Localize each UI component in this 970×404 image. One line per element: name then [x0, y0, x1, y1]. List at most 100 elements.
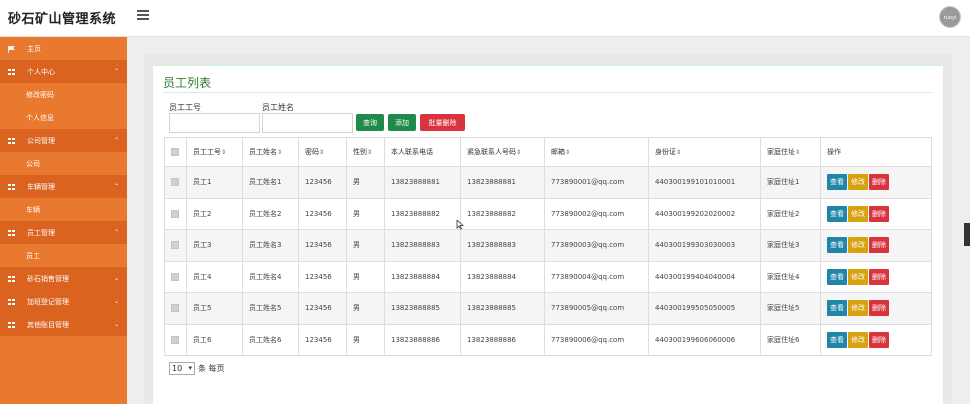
sidebar-item-label: 其他账目管理: [27, 320, 69, 329]
view-button[interactable]: 查看: [827, 237, 847, 254]
sidebar-item-12[interactable]: 其他账目管理 ⌄: [0, 313, 127, 336]
row-checkbox[interactable]: [171, 241, 179, 250]
sidebar-item-4[interactable]: 公司管理 ⌃: [0, 129, 127, 152]
table-cell: 家庭住址6: [760, 323, 821, 356]
table-cell: 440300199606060006: [648, 323, 761, 356]
sort-icon[interactable]: ⇕: [676, 149, 681, 156]
view-button[interactable]: 查看: [827, 331, 847, 348]
emp-name-input[interactable]: [262, 113, 353, 133]
row-select-cell: [164, 197, 187, 230]
sort-icon[interactable]: ⇕: [367, 149, 372, 156]
column-header[interactable]: 家庭住址⇕: [760, 137, 821, 167]
delete-button[interactable]: 删除: [869, 331, 889, 348]
table-cell: 员工2: [186, 197, 243, 230]
chevron-icon: ⌃: [113, 229, 119, 236]
sidebar-item-7[interactable]: 车辆: [0, 198, 127, 221]
page-size-suffix: 条 每页: [198, 364, 225, 373]
table-cell: 员工1: [186, 166, 243, 199]
sidebar-item-9[interactable]: 员工: [0, 244, 127, 267]
column-header-label: 员工姓名: [249, 148, 277, 156]
column-header[interactable]: 邮箱⇕: [544, 137, 649, 167]
edit-button[interactable]: 修改: [848, 300, 868, 317]
sidebar-item-6[interactable]: 车辆管理 ⌃: [0, 175, 127, 198]
table-row: 员工1 员工姓名1 123456 男 13823888881 13823888881 773…: [164, 166, 932, 199]
emp-no-input[interactable]: [169, 113, 260, 133]
edit-button[interactable]: 修改: [848, 205, 868, 222]
sort-icon[interactable]: ⇕: [516, 149, 521, 156]
sort-icon[interactable]: ⇕: [319, 149, 324, 156]
edit-button[interactable]: 修改: [848, 174, 868, 191]
user-avatar[interactable]: ruoyi: [939, 6, 961, 28]
column-header[interactable]: 员工姓名⇕: [242, 137, 299, 167]
table-cell: 440300199505050005: [648, 292, 761, 325]
table-cell: 13823888884: [384, 260, 461, 293]
sidebar-item-5[interactable]: 公司: [0, 152, 127, 175]
batch-delete-button[interactable]: 批量删除: [420, 114, 465, 131]
table-cell: 123456: [298, 197, 347, 230]
row-checkbox[interactable]: [171, 209, 179, 218]
table-cell: 773890001@qq.com: [544, 166, 649, 199]
row-checkbox[interactable]: [171, 178, 179, 187]
employee-table: 员工工号⇕ 员工姓名⇕ 密码⇕ 性别⇕ 本人联系电话 紧急联系人号码⇕ 邮箱⇕ 身份证⇕ 家庭住…: [164, 137, 932, 356]
view-button[interactable]: 查看: [827, 268, 847, 285]
add-button[interactable]: 添加: [388, 114, 416, 131]
title-divider: [163, 92, 933, 93]
column-header[interactable]: 紧急联系人号码⇕: [460, 137, 545, 167]
column-header-label: 身份证: [655, 148, 676, 156]
table-row: 员工2 员工姓名2 123456 男 13823888882 13823888882 773…: [164, 197, 932, 230]
table-cell: 男: [346, 292, 385, 325]
delete-button[interactable]: 删除: [869, 237, 889, 254]
column-header-label: 性别: [353, 148, 367, 156]
grid-icon: [8, 68, 15, 75]
hamburger-menu-icon[interactable]: [137, 10, 149, 22]
sidebar-item-3[interactable]: 个人信息: [0, 106, 127, 129]
sidebar-item-2[interactable]: 修改密码: [0, 83, 127, 106]
table-cell: 123456: [298, 260, 347, 293]
table-cell: 13823888883: [384, 229, 461, 262]
row-select-cell: [164, 166, 187, 199]
sidebar-item-11[interactable]: 加班登记管理 ⌄: [0, 290, 127, 313]
column-header: 本人联系电话: [384, 137, 461, 167]
column-header-label: 操作: [827, 148, 841, 156]
grid-icon: [8, 298, 15, 305]
delete-button[interactable]: 删除: [869, 205, 889, 222]
table-row: 员工6 员工姓名6 123456 男 13823888886 13823888886 773…: [164, 323, 932, 356]
column-header[interactable]: 身份证⇕: [648, 137, 761, 167]
scrollbar-thumb[interactable]: [964, 223, 970, 246]
sidebar-item-10[interactable]: 砂石销售管理 ⌄: [0, 267, 127, 290]
table-cell: 员工3: [186, 229, 243, 262]
delete-button[interactable]: 删除: [869, 174, 889, 191]
sidebar-item-1[interactable]: 个人中心 ⌃: [0, 60, 127, 83]
edit-button[interactable]: 修改: [848, 331, 868, 348]
delete-button[interactable]: 删除: [869, 268, 889, 285]
view-button[interactable]: 查看: [827, 205, 847, 222]
column-header[interactable]: 密码⇕: [298, 137, 347, 167]
query-button[interactable]: 查询: [356, 114, 384, 131]
sort-icon[interactable]: ⇕: [795, 149, 800, 156]
table-row: 员工4 员工姓名4 123456 男 13823888884 13823888884 773…: [164, 260, 932, 293]
select-all-checkbox[interactable]: [171, 148, 179, 156]
edit-button[interactable]: 修改: [848, 237, 868, 254]
grid-icon: [8, 275, 15, 282]
row-checkbox[interactable]: [171, 335, 179, 344]
column-header[interactable]: 员工工号⇕: [186, 137, 243, 167]
view-button[interactable]: 查看: [827, 300, 847, 317]
mouse-cursor-icon: [456, 220, 464, 230]
row-checkbox[interactable]: [171, 304, 179, 313]
table-cell: 男: [346, 197, 385, 230]
column-header[interactable]: 性别⇕: [346, 137, 385, 167]
grid-icon: [8, 137, 15, 144]
emp-name-label: 员工姓名: [262, 103, 294, 112]
view-button[interactable]: 查看: [827, 174, 847, 191]
row-checkbox[interactable]: [171, 272, 179, 281]
sort-icon[interactable]: ⇕: [221, 149, 226, 156]
sidebar-item-8[interactable]: 员工管理 ⌃: [0, 221, 127, 244]
sort-icon[interactable]: ⇕: [565, 149, 570, 156]
sort-icon[interactable]: ⇕: [277, 149, 282, 156]
flag-icon: [8, 45, 15, 53]
app-title: 砂石矿山管理系统: [8, 12, 117, 27]
edit-button[interactable]: 修改: [848, 268, 868, 285]
page-size-select[interactable]: 10: [169, 362, 195, 375]
sidebar-item-0[interactable]: 主页: [0, 37, 127, 60]
delete-button[interactable]: 删除: [869, 300, 889, 317]
